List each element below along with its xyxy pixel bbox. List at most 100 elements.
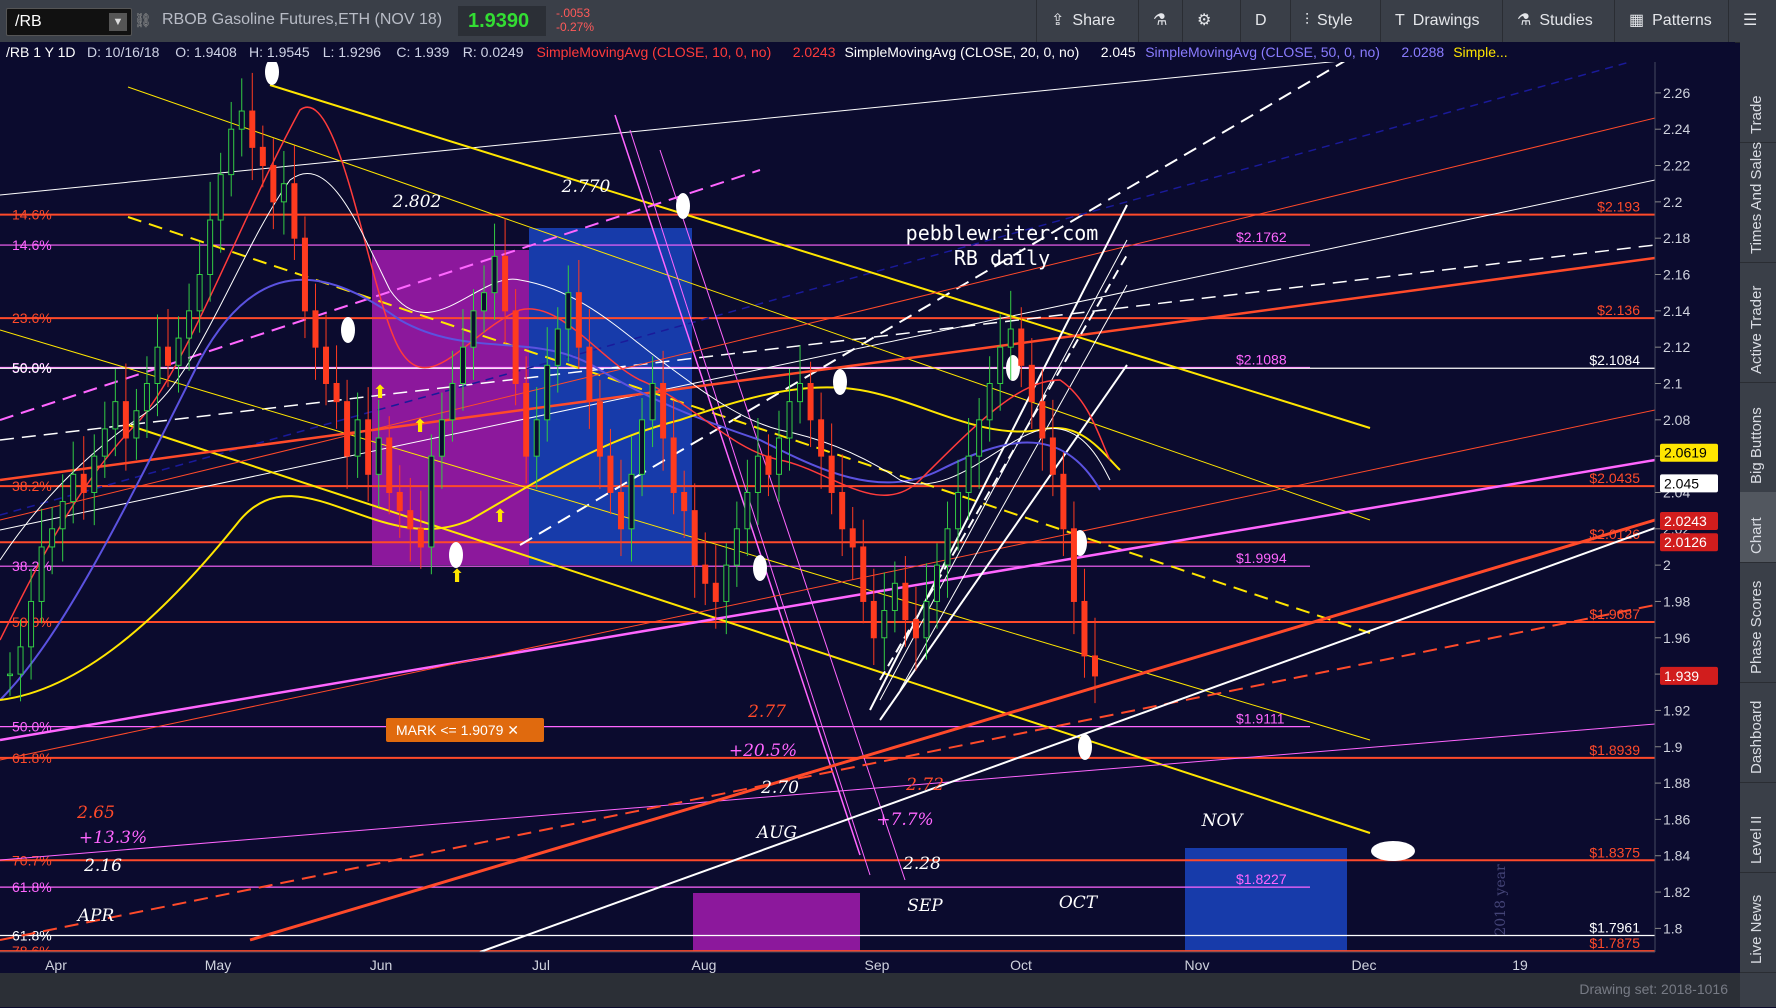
side-tab-level-ii[interactable]: Level II — [1740, 782, 1776, 873]
side-tab-times-and-sales[interactable]: Times And Sales — [1740, 142, 1776, 263]
candle-body — [702, 564, 709, 584]
header-field: C: 1.939 — [396, 44, 449, 60]
candle-body — [217, 174, 224, 221]
price-tick-label: 2.1 — [1663, 375, 1683, 391]
side-tab-chart[interactable]: Chart — [1740, 492, 1776, 563]
candle-body — [523, 382, 530, 457]
candle-body — [544, 364, 551, 421]
candle-body — [186, 310, 193, 339]
candle-body — [565, 292, 572, 330]
menu-button[interactable]: ☰ — [1728, 0, 1776, 42]
candle-body — [459, 346, 466, 384]
marker-ellipse — [1078, 734, 1092, 760]
fib-level-price: $2.1762 — [1236, 229, 1287, 245]
link-icon[interactable]: ⛓ — [134, 12, 152, 29]
price-tag-label: 2.0243 — [1664, 513, 1707, 529]
candle-body — [133, 410, 140, 439]
arrow-up-icon: ⬆ — [449, 566, 464, 586]
arrow-up-icon: ⬆ — [492, 506, 507, 526]
aggregation-button[interactable]: D — [1240, 0, 1295, 42]
candle-body — [849, 528, 856, 548]
chart-title: pebblewriter.com — [906, 221, 1099, 245]
candle-body — [91, 455, 98, 493]
side-tab-label: Active Trader — [1748, 285, 1765, 374]
right-sidebar: Trade Times And Sales Active Trader Big But… — [1740, 42, 1776, 1007]
candle-body — [470, 310, 477, 348]
share-button[interactable]: ⇪ Share — [1036, 0, 1147, 42]
shaded-box-magenta-bottom — [693, 893, 860, 953]
chart-annotation: +13.3% — [79, 828, 147, 848]
time-tick-label: Apr — [45, 957, 67, 973]
side-tab-label: Trade — [1748, 95, 1765, 134]
marker-ellipse — [1006, 355, 1020, 381]
candle-body — [249, 110, 256, 148]
chart-subtitle: RB daily — [954, 246, 1050, 270]
shaded-box-blue-bottom — [1185, 848, 1347, 952]
time-tick-label: Dec — [1352, 957, 1377, 973]
fib-level-pct: 38.2% — [12, 558, 52, 574]
studies-button[interactable]: ⚗ Studies — [1502, 0, 1627, 42]
text-tool-icon: T — [1395, 12, 1405, 29]
chevron-down-icon[interactable]: ▼ — [109, 13, 127, 31]
side-tab-active-trader[interactable]: Active Trader — [1740, 262, 1776, 383]
patterns-button[interactable]: ▦ Patterns — [1614, 0, 1741, 42]
candle-body — [491, 255, 498, 294]
chart-annotation: +20.5% — [729, 741, 797, 761]
fib-level-price: $1.8375 — [1589, 844, 1640, 860]
side-tab-label: Dashboard — [1748, 700, 1765, 774]
fib-level-pct: 23.6% — [12, 310, 52, 326]
candle-body — [986, 382, 993, 421]
symbol-selector[interactable]: /RB ▼ — [6, 8, 132, 36]
candle-body — [481, 292, 488, 312]
price-tag-label: 2.0126 — [1664, 534, 1707, 550]
candle-body — [312, 310, 319, 348]
flask-icon: ⚗ — [1153, 12, 1168, 29]
candle-body — [175, 337, 182, 366]
candle-body — [502, 255, 509, 312]
header-field: 2.0288 — [1401, 44, 1444, 60]
settings-button[interactable]: ⚙ — [1182, 0, 1231, 42]
time-tick-label: Sep — [865, 957, 890, 973]
price-tick-label: 2.24 — [1663, 121, 1690, 137]
style-icon: ⫶ — [1305, 12, 1310, 29]
flask-button[interactable]: ⚗ — [1138, 0, 1187, 42]
header-field: SimpleMovingAvg (CLOSE, 50, 0, no) — [1145, 44, 1380, 60]
instrument-title: RBOB Gasoline Futures,ETH (NOV 18) — [162, 11, 443, 28]
side-tab-dashboard[interactable]: Dashboard — [1740, 682, 1776, 783]
candle-body — [1092, 655, 1098, 677]
price-chart[interactable]: 14.6% $2.193 14.6% $2.1762 23.6% $2.136 50.0% $… — [0, 42, 1735, 1008]
side-tab-live-news[interactable]: Live News — [1740, 872, 1776, 973]
list-icon: ☰ — [1743, 12, 1758, 29]
price-tick-label: 2.12 — [1663, 339, 1690, 355]
chart-annotation: 2.65 — [76, 803, 115, 823]
price-tick-label: 1.9 — [1663, 739, 1683, 755]
candle-body — [617, 491, 624, 530]
candle-body — [639, 419, 646, 475]
candle-body — [438, 419, 445, 457]
marker-ellipse — [449, 542, 463, 568]
chart-annotation: SEP — [907, 896, 943, 916]
time-tick-label: 19 — [1512, 957, 1528, 973]
candle-body — [70, 473, 77, 503]
fib-level-pct: 61.8% — [12, 879, 52, 895]
last-price: 1.9390 — [468, 10, 530, 32]
side-tab-phase-scores[interactable]: Phase Scores — [1740, 562, 1776, 683]
fib-level-price: $2.1088 — [1236, 352, 1287, 368]
candle-body — [1049, 437, 1056, 475]
candle-body — [1039, 401, 1046, 439]
candle-body — [586, 346, 593, 403]
candle-body — [923, 600, 930, 639]
side-tab-big-buttons[interactable]: Big Buttons — [1740, 382, 1776, 493]
chart-annotation: APR — [76, 906, 115, 926]
candle-body — [965, 455, 972, 493]
side-tab-trade[interactable]: Trade — [1740, 42, 1776, 143]
candle-body — [165, 346, 172, 366]
candle-body — [596, 401, 603, 457]
candle-body — [112, 401, 119, 430]
drawings-button[interactable]: T Drawings — [1380, 0, 1515, 42]
candle-body — [333, 382, 340, 403]
candle-body — [354, 419, 361, 457]
candle-body — [818, 419, 825, 457]
candle-body — [628, 473, 635, 530]
fib-level-pct: 14.6% — [12, 207, 52, 223]
